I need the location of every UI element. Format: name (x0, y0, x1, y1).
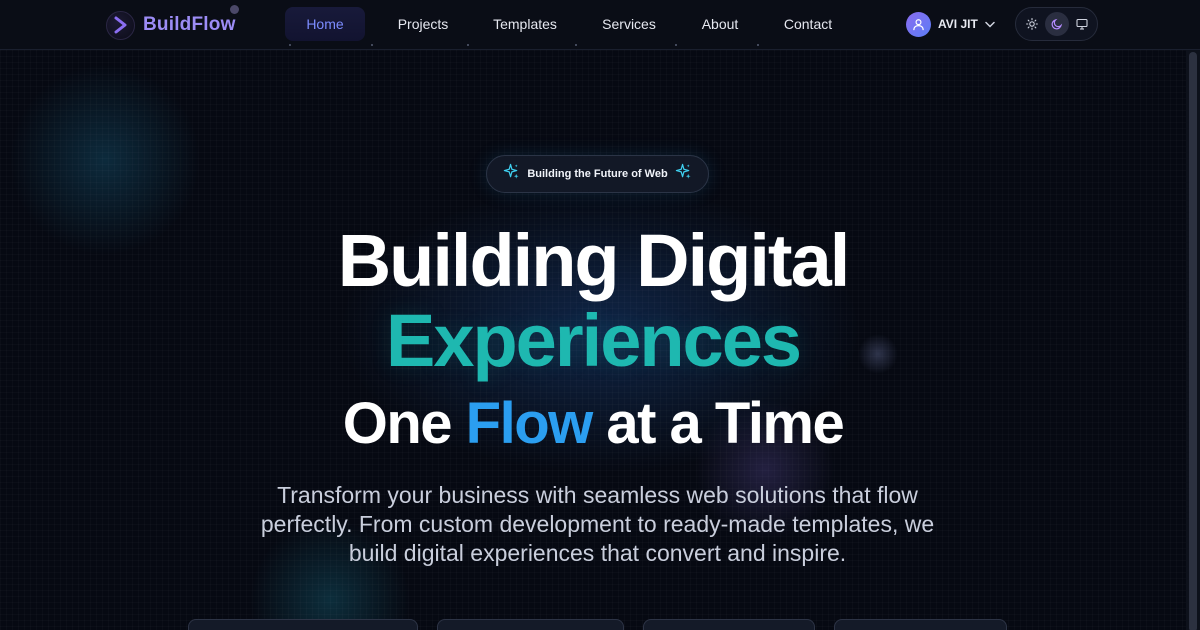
hero-title-suffix: at a Time (606, 391, 844, 456)
brand-logo[interactable]: BuildFlow (106, 10, 236, 40)
nav-dot (289, 44, 291, 46)
page: BuildFlow Home Projects Templates Servic… (0, 0, 1200, 630)
user-name: AVI JIT (938, 17, 978, 31)
nav-item-services[interactable]: Services (589, 7, 669, 41)
user-menu[interactable]: AVI JIT (906, 11, 995, 37)
nav-item-contact[interactable]: Contact (771, 7, 845, 41)
navbar: BuildFlow Home Projects Templates Servic… (0, 0, 1200, 50)
nav-item-projects[interactable]: Projects (385, 7, 461, 41)
hero-badge-label: Building the Future of Web (527, 168, 668, 180)
nav-dot (467, 44, 469, 46)
hero-title-line-3: One Flow at a Time (0, 390, 1186, 457)
brand-dot (230, 5, 239, 14)
nav-dot (757, 44, 759, 46)
moon-icon[interactable] (1045, 12, 1069, 36)
brand-name: BuildFlow (143, 14, 236, 35)
nav-item-templates[interactable]: Templates (481, 7, 569, 41)
sparkles-icon (675, 163, 692, 185)
chevron-down-icon (985, 21, 995, 28)
sparkles-icon (503, 163, 520, 185)
cta-button[interactable] (188, 619, 418, 630)
nav-item-about[interactable]: About (689, 7, 751, 41)
chevron-right-icon (106, 10, 135, 40)
hero-subtitle-line: perfectly. From custom development to re… (260, 511, 935, 537)
hero-badge: Building the Future of Web (486, 155, 709, 193)
nav-dot (371, 44, 373, 46)
monitor-icon[interactable] (1070, 12, 1094, 36)
cta-button[interactable] (643, 619, 815, 630)
hero-subtitle-line: build digital experiences that convert a… (348, 540, 847, 566)
hero-subtitle: Transform your business with seamless we… (0, 481, 1195, 568)
hero-subtitle-line: Transform your business with seamless we… (277, 482, 918, 508)
hero-title-accent: Flow (465, 391, 594, 456)
cta-button[interactable] (437, 619, 624, 630)
user-icon (906, 11, 931, 37)
nav-item-home[interactable]: Home (285, 7, 365, 41)
hero-title-line-1: Building Digital (337, 219, 851, 302)
cta-button[interactable] (834, 619, 1007, 630)
hero-title-prefix: One (342, 391, 453, 456)
sun-icon[interactable] (1020, 12, 1044, 36)
hero-title-line-2: Experiences (385, 299, 802, 382)
theme-switch (1015, 7, 1098, 41)
nav-dot (575, 44, 577, 46)
nav-dot (675, 44, 677, 46)
